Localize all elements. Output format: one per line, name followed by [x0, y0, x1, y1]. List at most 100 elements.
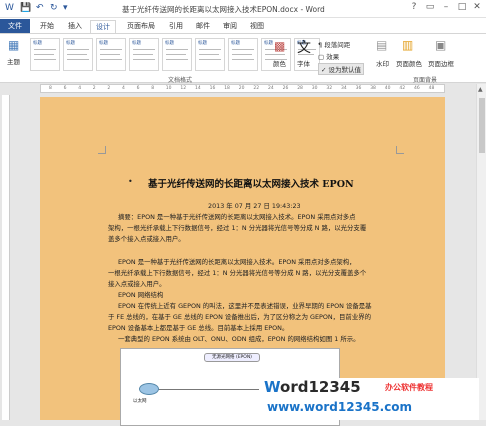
- ribbon: ▦ 主题 标题 标题 标题 标题 标题 标题 标题 标题 标题 文档格式 ▩ 颜…: [0, 33, 486, 84]
- save-icon[interactable]: 💾: [20, 3, 31, 13]
- tab-home[interactable]: 开始: [36, 20, 58, 33]
- themes-button[interactable]: 主题: [7, 56, 20, 66]
- paragraph-line[interactable]: EPON 在传统上近有 GEPON 的叫法，这里并不是表述错误，业界早期的 EP…: [118, 301, 372, 312]
- ruler-tick-label: 32: [326, 86, 333, 91]
- style-thumb[interactable]: 标题: [162, 38, 192, 71]
- tab-file[interactable]: 文件: [0, 19, 30, 33]
- watermark-logo-rest: ord12345: [280, 378, 361, 396]
- ruler-tick-label: 46: [414, 86, 420, 91]
- style-thumb-label: 标题: [264, 41, 273, 46]
- window-title: 基于光纤传送网的长距离以太网接入技术EPON.docx - Word: [122, 5, 325, 14]
- style-thumb[interactable]: 标题: [63, 38, 93, 71]
- bullet: •: [128, 177, 133, 186]
- style-thumb-label: 标题: [198, 41, 207, 46]
- style-thumb-label: 标题: [165, 41, 174, 46]
- tab-insert[interactable]: 插入: [64, 20, 86, 33]
- tab-page-layout[interactable]: 页面布局: [122, 20, 160, 33]
- style-thumb[interactable]: 标题: [195, 38, 225, 71]
- style-thumb-label: 标题: [33, 41, 42, 46]
- paragraph-line[interactable]: 于 FE 总线的，在基于 GE 总线的 EPON 设备推出后，为了区分称之为 G…: [108, 312, 371, 323]
- effects-label: 效果: [326, 53, 340, 61]
- ruler-tick-label: 26: [282, 86, 289, 91]
- fonts-button[interactable]: 字体: [297, 58, 310, 68]
- close-button[interactable]: ✕: [470, 2, 484, 15]
- document-date[interactable]: 2013 年 07 月 27 日 19:43:23: [208, 201, 301, 212]
- undo-icon[interactable]: ↶: [36, 3, 44, 13]
- customize-quick-access-icon[interactable]: ▾: [63, 3, 68, 13]
- ruler-tick-label: 2: [92, 86, 96, 91]
- ribbon-display-button[interactable]: ▭: [423, 2, 437, 15]
- ruler-tick-label: 18: [224, 86, 230, 91]
- style-thumb[interactable]: 标题: [30, 38, 60, 71]
- page-color-icon[interactable]: ▥: [402, 38, 413, 52]
- ruler-tick-label: 8: [151, 86, 155, 91]
- scroll-thumb[interactable]: [479, 98, 485, 153]
- ruler-tick-label: 20: [238, 86, 245, 91]
- ruler-tick-label: 10: [165, 86, 172, 91]
- watermark-logo: Word12345: [264, 378, 361, 396]
- watermark-icon[interactable]: ▤: [376, 38, 387, 52]
- paragraph-line[interactable]: EPON 设备基本上都是基于 GE 总线。目前基本上採用 EPON。: [108, 323, 288, 334]
- document-page[interactable]: • 基于光纤传送网的长距离以太网接入技术 EPON 2013 年 07 月 27…: [40, 97, 445, 426]
- style-thumb[interactable]: 标题: [96, 38, 126, 71]
- paragraph-line[interactable]: 接入点或接入用户。: [108, 279, 166, 290]
- maximize-button[interactable]: □: [455, 2, 469, 15]
- ruler-tick-label: 2: [107, 86, 111, 91]
- vertical-scrollbar[interactable]: ▲: [476, 84, 486, 420]
- figure-title: 无源光网络 (EPON): [204, 353, 260, 362]
- effects-button[interactable]: ▢ 效果: [318, 51, 339, 61]
- page-border-button[interactable]: 页面边框: [428, 58, 454, 68]
- abstract-line[interactable]: 架构，一根光纤承载上下行数据信号，经过 1：N 分光器将光信号等分成 N 路，以…: [108, 223, 366, 234]
- tab-mailings[interactable]: 邮件: [192, 20, 214, 33]
- figure-intro[interactable]: 一套典型的 EPON 系统由 OLT、ONU、ODN 组成，EPON 的网络结构…: [118, 334, 360, 345]
- document-heading[interactable]: 基于光纤传送网的长距离以太网接入技术 EPON: [148, 176, 354, 190]
- figure-node-ethernet: [139, 383, 159, 395]
- colors-button[interactable]: 颜色: [273, 58, 286, 68]
- paragraph-line[interactable]: 一根光纤承载上下行数据信号，经过 1：N 分光器将光信号等分成 N 路，以光分支…: [108, 268, 366, 279]
- watermark-logo-w: W: [264, 378, 281, 396]
- tab-design[interactable]: 设计: [90, 20, 116, 33]
- ruler-tick-label: 24: [268, 86, 274, 91]
- watermark-tagline: 办公软件教程: [385, 383, 433, 392]
- paragraph-spacing-label: 段落间距: [324, 41, 351, 49]
- redo-icon[interactable]: ↻: [50, 3, 58, 13]
- tab-view[interactable]: 视图: [246, 20, 268, 33]
- ruler-tick-label: 48: [428, 86, 435, 91]
- help-button[interactable]: ?: [407, 2, 421, 15]
- themes-icon[interactable]: ▦: [8, 38, 19, 52]
- ruler-tick-label: 16: [209, 86, 216, 91]
- page-color-button[interactable]: 页面颜色: [396, 58, 422, 68]
- ruler-tick-label: 22: [253, 86, 260, 91]
- colors-icon[interactable]: ▩: [274, 39, 285, 53]
- abstract-line[interactable]: 摘要：EPON 是一种基于光纤传送网的长距离以太网接入技术。EPON 采用点对多…: [118, 212, 356, 223]
- style-thumb-label: 标题: [231, 41, 240, 46]
- style-thumb[interactable]: 标题: [228, 38, 258, 71]
- section-heading[interactable]: EPON 网络结构: [118, 290, 163, 301]
- word-app-icon[interactable]: W: [5, 3, 14, 13]
- ruler-tick-label: 4: [122, 86, 125, 91]
- tab-review[interactable]: 审阅: [219, 20, 241, 33]
- page-border-icon[interactable]: ▣: [435, 38, 446, 52]
- group-label-page-background: 页面背景: [412, 77, 437, 84]
- ruler-tick-label: 14: [195, 86, 201, 91]
- vertical-ruler[interactable]: [2, 95, 10, 420]
- group-label-document-format: 文档格式: [167, 77, 192, 84]
- ruler-tick-label: 36: [355, 86, 362, 91]
- fonts-icon[interactable]: 文: [297, 37, 311, 57]
- style-thumb-label: 标题: [66, 41, 75, 46]
- set-as-default-button[interactable]: ✓ 设为默认值: [318, 63, 365, 75]
- abstract-line[interactable]: 盖多个接入点或接入用户。: [108, 234, 185, 245]
- style-thumb-label: 标题: [132, 41, 141, 46]
- tab-references[interactable]: 引用: [165, 20, 187, 33]
- ruler-tick-label: 42: [399, 86, 406, 91]
- ruler-tick-label: 6: [136, 86, 140, 91]
- paragraph-line[interactable]: EPON 是一种基于光纤传送网的长距离以太网接入技术。EPON 采用点对多点架构…: [118, 257, 356, 268]
- minimize-button[interactable]: –: [439, 2, 453, 15]
- paragraph-spacing-button[interactable]: ¶ 段落间距: [318, 39, 350, 49]
- ruler-tick-label: 28: [297, 86, 303, 91]
- ruler-tick-label: 38: [370, 86, 376, 91]
- horizontal-ruler[interactable]: 8 6 4 2 2 4 6 8 10 12 14 16 18 20 22 24 26 28 30 32 34 36 38 40…: [40, 84, 445, 93]
- watermark-button[interactable]: 水印: [376, 58, 389, 68]
- scroll-up-arrow-icon[interactable]: ▲: [478, 86, 483, 93]
- style-thumb[interactable]: 标题: [129, 38, 159, 71]
